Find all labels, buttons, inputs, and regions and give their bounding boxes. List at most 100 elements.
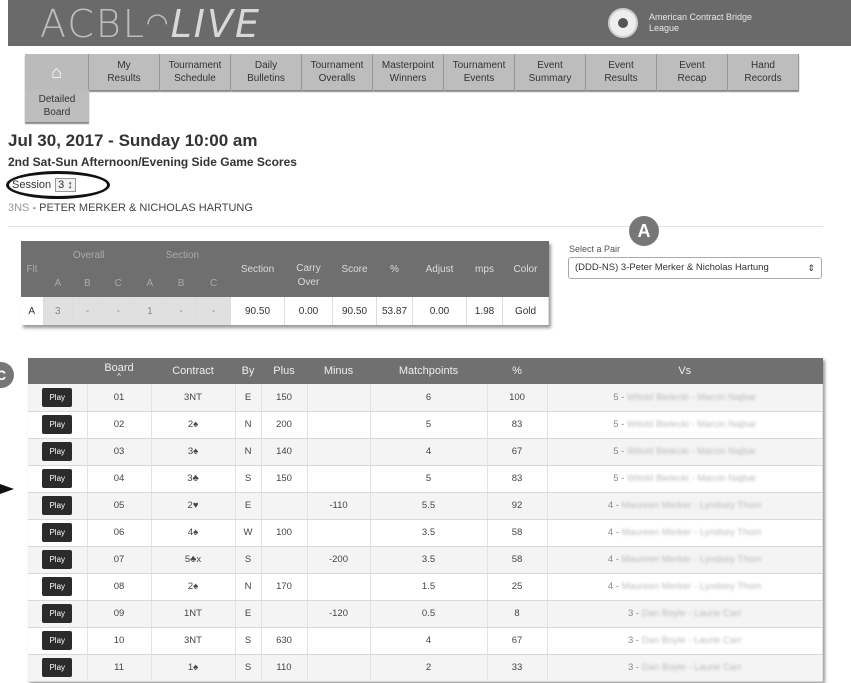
play-button[interactable]: Play	[42, 604, 73, 623]
play-button[interactable]: Play	[42, 415, 73, 434]
opponent-names[interactable]: Dan Boyle - Laurie Carr	[642, 608, 742, 619]
play-button[interactable]: Play	[42, 631, 73, 650]
cell-board: 07	[87, 546, 152, 574]
nav-detailed-board[interactable]: Detailed Board	[25, 90, 89, 122]
cell-matchpoints: 3.5	[370, 546, 488, 574]
cell-vs: 5 - Witold Bielecki - Marcin Najbar	[547, 411, 823, 439]
play-button[interactable]: Play	[42, 469, 73, 488]
cell-play: Play	[28, 654, 88, 682]
cell-contract: 3♣	[151, 465, 236, 493]
col-overall: Overall	[43, 241, 135, 269]
opponent-names[interactable]: Maureen Merker - Lyndsey Thom	[622, 527, 762, 538]
nav-masterpoint-winners[interactable]: Masterpoint Winners	[373, 54, 444, 90]
cell-vs: 3 - Dan Boyle - Laurie Carr	[547, 654, 823, 682]
play-button[interactable]: Play	[42, 523, 73, 542]
cell-minus	[307, 438, 371, 466]
cell-vs: 3 - Dan Boyle - Laurie Carr	[547, 627, 823, 655]
col-section-a: A	[134, 269, 166, 297]
opponent-names[interactable]: Witold Bielecki - Marcin Najbar	[627, 446, 756, 457]
acbl-live-logo[interactable]: ACBL◠LIVE	[40, 2, 261, 46]
col-section-group: Section	[134, 241, 231, 269]
nav-home[interactable]: ⌂	[25, 54, 89, 90]
cell-by: S	[235, 654, 262, 682]
col-by: By	[235, 358, 261, 384]
opponent-names[interactable]: Witold Bielecki - Marcin Najbar	[627, 392, 756, 403]
opponent-pair-number: 5 -	[613, 419, 627, 430]
col-pct: %	[487, 358, 547, 384]
logo-acbl-text: ACBL	[40, 2, 146, 46]
cell-by: S	[235, 465, 262, 493]
cell-by: E	[235, 384, 262, 412]
cell-vs: 4 - Maureen Merker - Lyndsey Thom	[547, 573, 823, 601]
cell-play: Play	[28, 465, 88, 493]
cell-section-a: 1	[134, 297, 166, 325]
nav-tournament-schedule[interactable]: Tournament Schedule	[160, 54, 231, 90]
play-button[interactable]: Play	[42, 577, 73, 596]
nav-event-recap[interactable]: Event Recap	[657, 54, 728, 90]
cell-pct: 33	[487, 654, 548, 682]
select-pair-value: (DDD-NS) 3-Peter Merker & Nicholas Hartu…	[575, 262, 769, 273]
cell-pct: 83	[487, 411, 548, 439]
table-row: Play 10 3NT S 630 4 67 3 - Dan Boyle - Laurie C…	[28, 627, 823, 655]
nav-daily-bulletins[interactable]: Daily Bulletins	[231, 54, 302, 90]
pair-summary-table: Flt Overall Section Section Carry Over S…	[21, 241, 549, 325]
select-pair-dropdown[interactable]: (DDD-NS) 3-Peter Merker & Nicholas Hartu…	[568, 257, 822, 279]
nav-tournament-overalls[interactable]: Tournament Overalls	[302, 54, 373, 90]
col-board[interactable]: Board ^	[87, 358, 151, 384]
opponent-names[interactable]: Dan Boyle - Laurie Carr	[642, 635, 742, 646]
opponent-names[interactable]: Maureen Merker - Lyndsey Thom	[622, 581, 762, 592]
cell-score: 90.50	[332, 297, 377, 325]
nav-event-summary[interactable]: Event Summary	[515, 54, 586, 90]
nav-hand-records[interactable]: Hand Records	[728, 54, 799, 90]
play-button[interactable]: Play	[42, 387, 73, 407]
play-button[interactable]: Play	[42, 550, 73, 569]
annotation-badge-c: C	[0, 362, 14, 388]
cell-pct: 83	[487, 465, 548, 493]
cell-board: 01	[87, 384, 152, 412]
cell-board: 03	[87, 438, 152, 466]
play-button[interactable]: Play	[42, 658, 73, 677]
pair-names: - PETER MERKER & NICHOLAS HARTUNG	[29, 202, 253, 214]
opponent-names[interactable]: Maureen Merker - Lyndsey Thom	[622, 554, 762, 565]
cell-play: Play	[28, 519, 88, 547]
cell-matchpoints: 1.5	[370, 573, 488, 601]
cell-play: Play	[28, 546, 88, 574]
table-row: Play 06 4♠ W 100 3.5 58 4 - Maureen Merker - Ly…	[28, 519, 823, 547]
play-button[interactable]: Play	[42, 442, 73, 461]
app-header: ACBL◠LIVE American Contract Bridge Leagu…	[8, 0, 851, 46]
acbl-seal-icon	[608, 8, 638, 38]
cell-minus	[307, 573, 371, 601]
opponent-pair-number: 3 -	[627, 635, 642, 646]
opponent-pair-number: 4 -	[607, 527, 622, 538]
cell-minus	[307, 465, 371, 493]
col-matchpoints: Matchpoints	[370, 358, 487, 384]
col-adjust: Adjust	[412, 241, 467, 297]
cell-vs: 3 - Dan Boyle - Laurie Carr	[547, 600, 823, 628]
cell-matchpoints: 5	[370, 465, 488, 493]
col-minus: Minus	[307, 358, 370, 384]
cell-contract: 5♣x	[151, 546, 236, 574]
nav-tournament-events[interactable]: Tournament Events	[444, 54, 515, 90]
cell-pct: 25	[487, 573, 548, 601]
cell-plus: 170	[261, 573, 308, 601]
play-button[interactable]: Play	[42, 496, 73, 515]
updown-arrow-icon: ⇕	[807, 263, 815, 273]
cell-contract: 1♠	[151, 654, 236, 682]
cell-matchpoints: 3.5	[370, 519, 488, 547]
col-carry-over: Carry Over	[284, 241, 333, 297]
nav-my-results[interactable]: My Results	[89, 54, 160, 90]
opponent-pair-number: 5 -	[613, 391, 627, 403]
cell-overall-b: -	[72, 297, 103, 325]
opponent-names[interactable]: Witold Bielecki - Marcin Najbar	[627, 473, 756, 484]
col-score: Score	[332, 241, 377, 297]
cell-play: Play	[28, 492, 88, 520]
opponent-names[interactable]: Dan Boyle - Laurie Carr	[642, 662, 742, 673]
cell-vs: 4 - Maureen Merker - Lyndsey Thom	[547, 492, 823, 520]
col-section: Section	[230, 241, 285, 297]
nav-event-results[interactable]: Event Results	[586, 54, 657, 90]
opponent-names[interactable]: Maureen Merker - Lyndsey Thom	[622, 500, 762, 511]
cell-matchpoints: 5	[370, 411, 488, 439]
opponent-pair-number: 3 -	[627, 608, 642, 619]
opponent-names[interactable]: Witold Bielecki - Marcin Najbar	[627, 419, 756, 430]
cell-plus: 140	[261, 438, 308, 466]
